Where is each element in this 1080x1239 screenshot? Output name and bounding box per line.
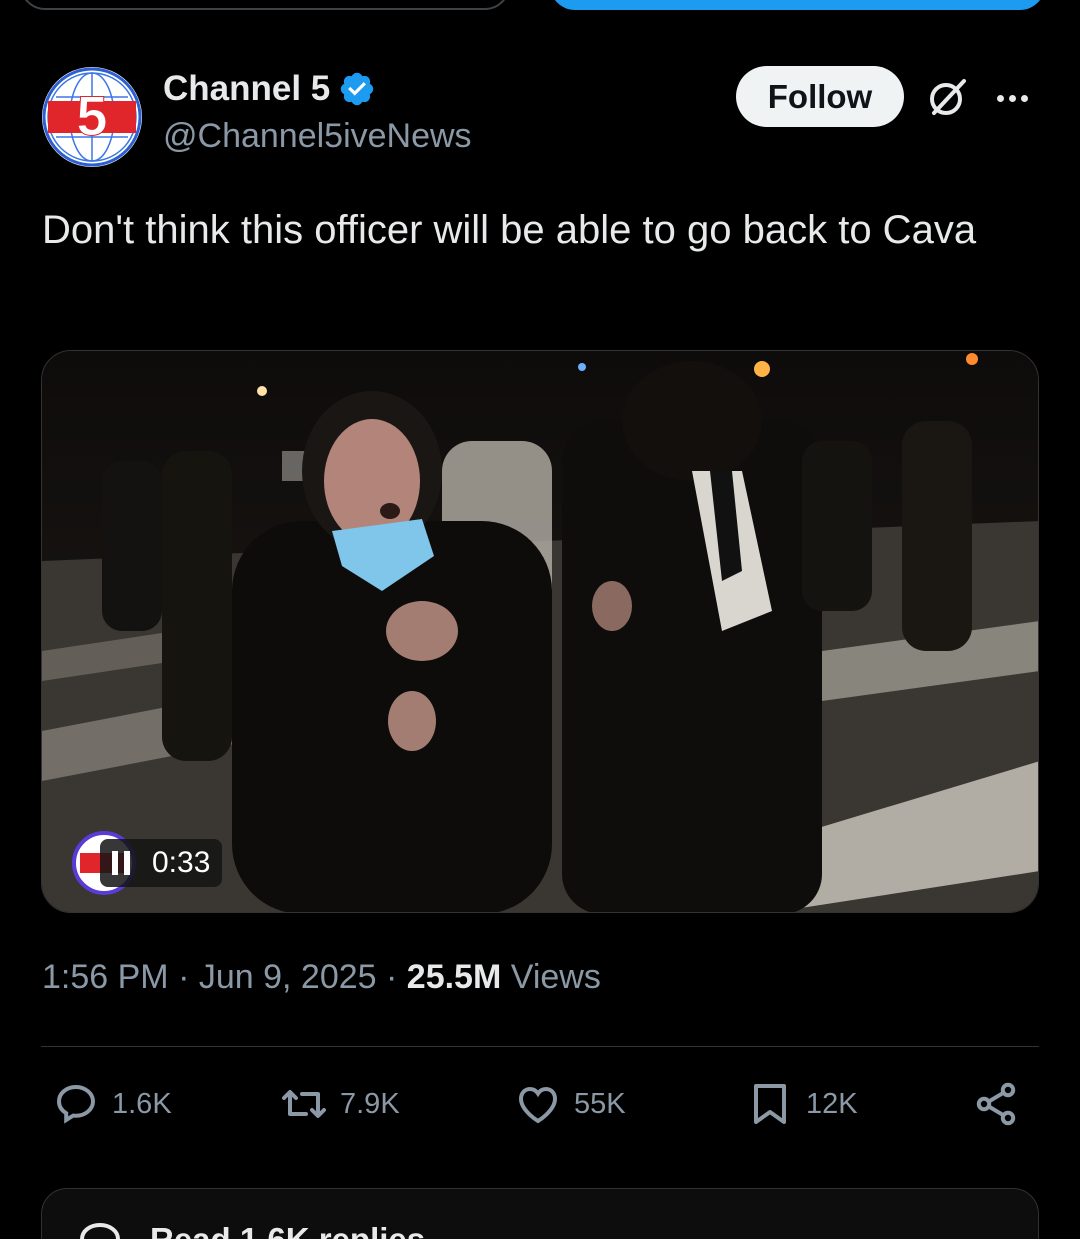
follow-button[interactable]: Follow <box>736 66 904 127</box>
views-count[interactable]: 25.5M <box>407 958 502 996</box>
more-icon[interactable] <box>997 83 1037 113</box>
grok-icon[interactable] <box>926 75 970 119</box>
bookmark-count: 12K <box>806 1087 858 1120</box>
repost-button[interactable]: 7.9K <box>280 1080 400 1128</box>
verified-badge-icon <box>341 72 374 106</box>
bookmark-button[interactable]: 12K <box>746 1080 858 1128</box>
repost-count: 7.9K <box>340 1087 400 1120</box>
author-handle[interactable]: @Channel5iveNews <box>163 117 472 156</box>
tweet-text: Don't think this officer will be able to… <box>42 208 977 252</box>
channel5-logo-icon: 5 <box>42 67 142 167</box>
like-button[interactable]: 55K <box>514 1080 626 1128</box>
heart-icon <box>518 1086 558 1124</box>
tweet-date[interactable]: Jun 9, 2025 <box>199 958 377 996</box>
views-label: Views <box>510 958 601 996</box>
video-controls: 0:33 <box>72 831 223 895</box>
meta-separator: · <box>178 958 190 996</box>
divider <box>41 1046 1039 1047</box>
svg-text:5: 5 <box>76 84 107 147</box>
video-player[interactable]: 0:33 <box>41 350 1039 913</box>
share-icon <box>976 1082 1016 1126</box>
video-duration: 0:33 <box>152 846 211 879</box>
tweet-header: 5 Channel 5 @Channel5iveNews Follow <box>42 65 1042 175</box>
author-display-name[interactable]: Channel 5 <box>163 69 330 109</box>
reply-button[interactable]: 1.6K <box>52 1080 172 1128</box>
meta-separator: · <box>386 958 398 996</box>
tweet-actions: 1.6K 7.9K 55K 12K <box>42 1080 1032 1140</box>
tweet-time[interactable]: 1:56 PM <box>42 958 169 996</box>
channel5-logo-avatar[interactable]: 5 <box>42 67 142 167</box>
video-frame <box>42 351 1038 912</box>
reply-icon <box>56 1084 96 1124</box>
tweet-meta: 1:56 PM · Jun 9, 2025 · 25.5M Views <box>42 958 601 997</box>
top-right-button[interactable] <box>550 0 1045 10</box>
video-time-pill[interactable]: 0:33 <box>100 839 223 887</box>
repost-icon <box>282 1090 326 1118</box>
bookmark-icon <box>754 1084 786 1124</box>
pause-icon[interactable] <box>112 851 136 875</box>
author-names: Channel 5 @Channel5iveNews <box>163 69 472 156</box>
read-replies-label: Read 1.6K replies <box>150 1221 425 1239</box>
read-replies-button[interactable]: Read 1.6K replies <box>41 1188 1039 1239</box>
share-button[interactable] <box>972 1080 1020 1128</box>
like-count: 55K <box>574 1087 626 1120</box>
reply-count: 1.6K <box>112 1087 172 1120</box>
reply-bubble-icon <box>79 1222 121 1239</box>
top-left-button[interactable] <box>20 0 510 10</box>
